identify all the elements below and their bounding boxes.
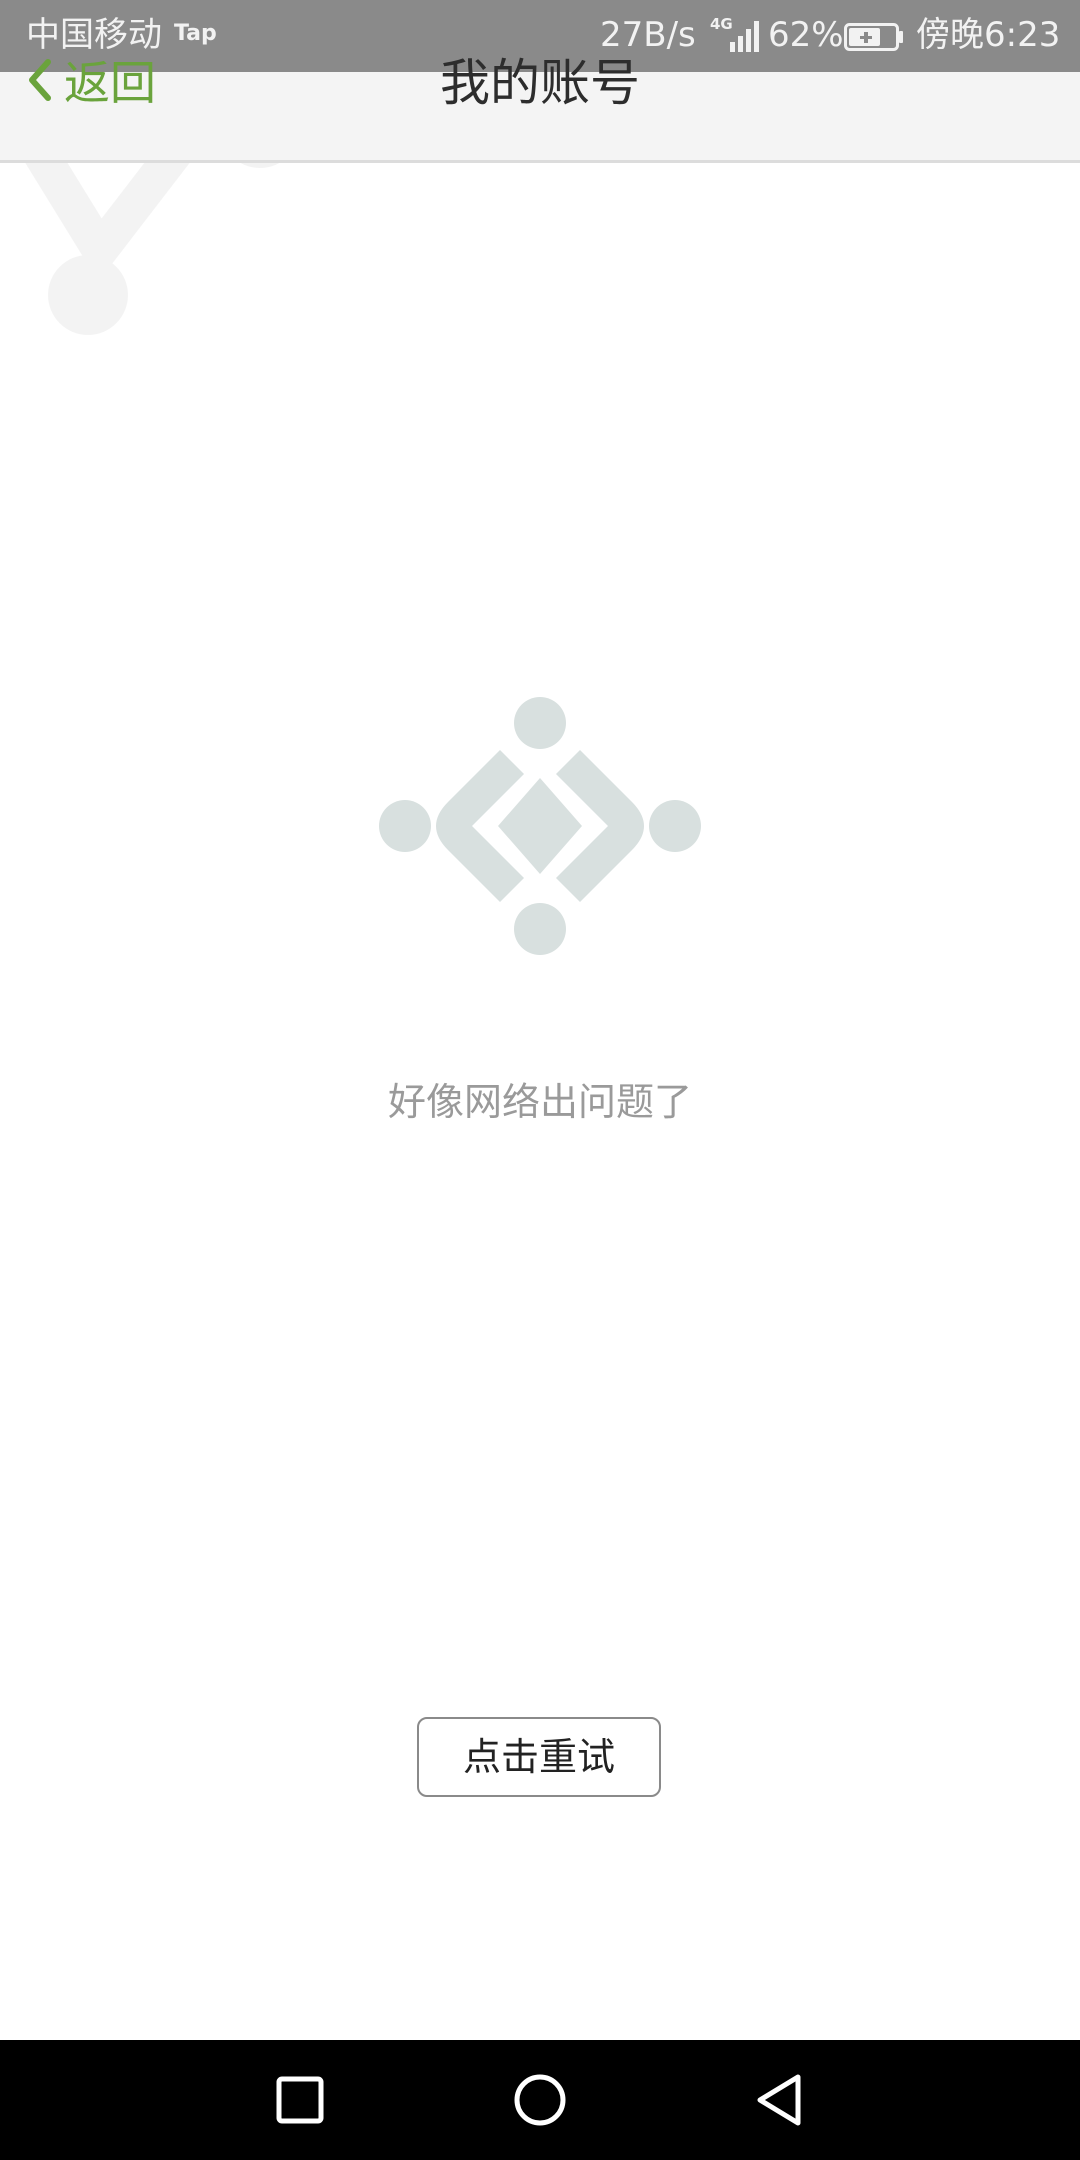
error-message: 好像网络出问题了: [387, 1080, 692, 1124]
clock: 傍晚6:23: [916, 15, 1061, 55]
chevron-left-icon: [29, 59, 51, 101]
screen: 中国移动 Tap 27B/s 4G 62% 傍晚6:23 返回 我的账号 好像网…: [0, 0, 1080, 2160]
tap-badge: Tap: [174, 21, 217, 46]
back-triangle-icon[interactable]: [748, 2068, 812, 2132]
diamond-logo-icon: [379, 697, 701, 955]
recent-apps-square-icon[interactable]: [268, 2068, 332, 2132]
signal-icon: [730, 21, 759, 52]
back-button[interactable]: 返回: [26, 50, 156, 110]
system-nav-bar: [0, 2040, 1080, 2160]
page-title: 我的账号: [440, 54, 640, 112]
retry-button[interactable]: 点击重试: [417, 1717, 661, 1797]
home-circle-icon[interactable]: [508, 2068, 572, 2132]
battery-charging-icon: [844, 23, 903, 51]
battery-percent: 62%: [768, 15, 844, 55]
back-label: 返回: [64, 56, 156, 110]
